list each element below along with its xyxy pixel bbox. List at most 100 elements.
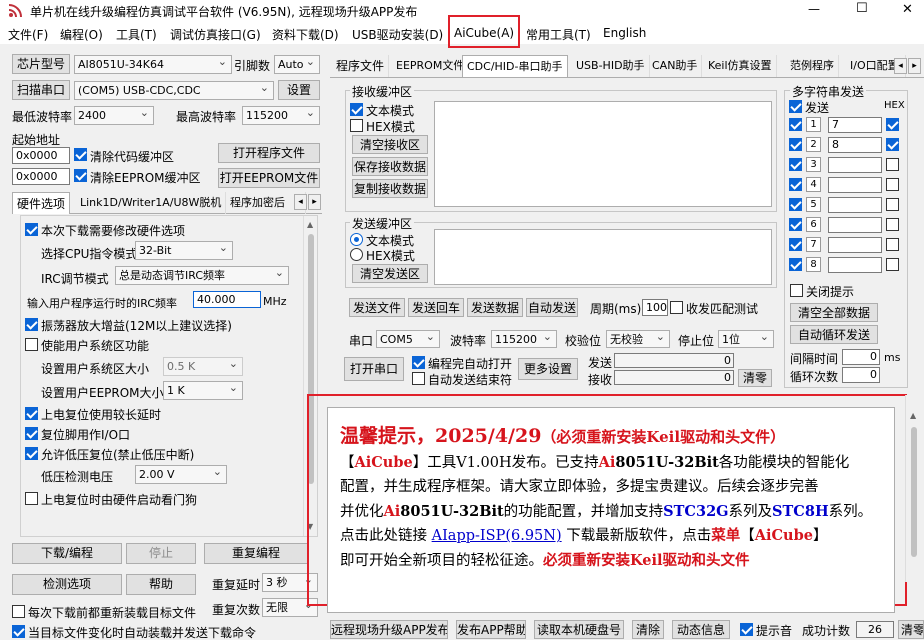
multi-send-all-checkbox[interactable] (789, 100, 802, 113)
clear-eeprom-checkbox[interactable] (74, 169, 87, 182)
stop-button[interactable]: 停止 (126, 543, 196, 564)
lvd-checkbox[interactable] (25, 447, 38, 460)
help-button[interactable]: 帮助 (126, 574, 196, 595)
multi-row-send-button[interactable]: 6 (806, 217, 821, 232)
clear-all-data-button[interactable]: 清空全部数据 (790, 303, 878, 322)
multi-row-hex-checkbox[interactable] (886, 118, 899, 131)
multi-row-send-button[interactable]: 7 (806, 237, 821, 252)
tab-scroll-left-icon[interactable]: ◂ (294, 194, 307, 210)
tab-scroll-right-icon[interactable]: ▸ (308, 194, 321, 210)
multi-row-send-button[interactable]: 4 (806, 177, 821, 192)
multi-row-hex-checkbox[interactable] (886, 138, 899, 151)
serial-port-select[interactable]: COM5 (376, 330, 440, 348)
clear-send-button[interactable]: 清空发送区 (352, 264, 428, 283)
multi-row-send-checkbox[interactable] (789, 118, 802, 131)
open-eeprom-file-button[interactable]: 打开EEPROM文件 (218, 168, 320, 188)
multi-row-send-checkbox[interactable] (789, 258, 802, 271)
sys-area-checkbox[interactable] (25, 338, 38, 351)
baud-select[interactable]: 115200 (491, 330, 557, 348)
send-data-button[interactable]: 发送数据 (467, 298, 523, 317)
port-select[interactable]: (COM5) USB-CDC,CDC (74, 81, 274, 100)
detect-options-button[interactable]: 检测选项 (12, 574, 122, 595)
multi-row-hex-checkbox[interactable] (886, 238, 899, 251)
right-tab-left-icon[interactable]: ◂ (894, 58, 907, 74)
eeprom-size-select[interactable]: 1 K (163, 381, 243, 400)
copy-receive-button[interactable]: 复制接收数据 (352, 179, 428, 198)
right-tab-right-icon[interactable]: ▸ (908, 58, 921, 74)
read-disk-button[interactable]: 读取本机硬盘号 (534, 620, 624, 639)
notice-scrollbar[interactable]: ▲ (905, 395, 921, 582)
reload-each-checkbox[interactable] (12, 605, 25, 618)
code-start-address-input[interactable]: 0x0000 (12, 147, 70, 164)
match-test-checkbox[interactable] (670, 301, 683, 314)
chip-model-select[interactable]: AI8051U-34K64 (74, 55, 232, 74)
menu-common-tools[interactable]: 常用工具(T) (526, 26, 591, 43)
multi-row-input[interactable] (828, 237, 882, 253)
eeprom-start-address-input[interactable]: 0x0000 (12, 168, 70, 185)
tab-usb-hid[interactable]: USB-HID助手 (572, 55, 650, 77)
send-file-button[interactable]: 发送文件 (349, 298, 405, 317)
open-program-file-button[interactable]: 打开程序文件 (218, 143, 320, 163)
open-port-button[interactable]: 打开串口 (344, 357, 404, 381)
send-text-mode-radio[interactable] (350, 233, 363, 246)
pin-count-select[interactable]: Auto (274, 55, 320, 74)
notice-scroll-up-icon[interactable]: ▲ (910, 411, 916, 420)
clear-receive-button[interactable]: 清空接收区 (352, 135, 428, 154)
tab-examples[interactable]: 范例程序 (786, 55, 839, 77)
auto-send-button[interactable]: 自动发送 (526, 298, 578, 317)
close-tip-checkbox[interactable] (790, 284, 803, 297)
send-textarea[interactable] (434, 229, 772, 285)
notice-scroll-thumb[interactable] (911, 427, 917, 557)
long-delay-checkbox[interactable] (25, 407, 38, 420)
multi-row-hex-checkbox[interactable] (886, 258, 899, 271)
multi-row-input[interactable] (828, 157, 882, 173)
maximize-icon[interactable]: ☐ (856, 1, 868, 16)
port-settings-button[interactable]: 设置 (278, 80, 320, 100)
clear-info-button[interactable]: 清除 (632, 620, 664, 639)
osc-gain-checkbox[interactable] (25, 318, 38, 331)
max-baud-select[interactable]: 115200 (242, 106, 320, 125)
repeat-program-button[interactable]: 重复编程 (204, 543, 308, 564)
menu-english[interactable]: English (603, 26, 646, 40)
chip-model-button[interactable]: 芯片型号 (12, 54, 70, 74)
beep-checkbox[interactable] (740, 623, 753, 636)
menu-debug[interactable]: 调试仿真接口(G) (170, 26, 261, 43)
multi-row-input[interactable] (828, 197, 882, 213)
multi-row-input[interactable]: 8 (828, 137, 882, 153)
auto-loop-send-button[interactable]: 自动循环发送 (790, 325, 878, 344)
irc-mode-select[interactable]: 总是动态调节IRC频率 (115, 266, 289, 285)
more-settings-button[interactable]: 更多设置 (518, 358, 578, 380)
multi-row-send-button[interactable]: 8 (806, 257, 821, 272)
remote-upgrade-button[interactable]: 远程现场升级APP发布 (330, 620, 448, 639)
reset-success-count-button[interactable]: 清零 (898, 620, 924, 639)
modify-hw-checkbox[interactable] (25, 223, 38, 236)
multi-row-hex-checkbox[interactable] (886, 218, 899, 231)
auto-send-end-checkbox[interactable] (412, 372, 425, 385)
multi-row-input[interactable] (828, 217, 882, 233)
multi-row-hex-checkbox[interactable] (886, 158, 899, 171)
tab-program-file[interactable]: 程序文件 (332, 55, 390, 77)
multi-row-send-checkbox[interactable] (789, 178, 802, 191)
menu-program[interactable]: 编程(O) (60, 26, 103, 43)
tab-hardware-options[interactable]: 硬件选项 (12, 192, 71, 214)
menu-usb-driver[interactable]: USB驱动安装(D) (352, 26, 443, 43)
send-return-button[interactable]: 发送回车 (408, 298, 464, 317)
receive-textarea[interactable] (434, 101, 772, 207)
auto-open-checkbox[interactable] (412, 356, 425, 369)
tab-serial-assistant[interactable]: CDC/HID-串口助手 (462, 55, 568, 77)
multi-row-send-checkbox[interactable] (789, 198, 802, 211)
multi-row-send-checkbox[interactable] (789, 238, 802, 251)
clear-code-checkbox[interactable] (74, 148, 87, 161)
reset-io-checkbox[interactable] (25, 427, 38, 440)
recv-hex-mode-checkbox[interactable] (350, 119, 363, 132)
scroll-up-icon[interactable]: ▲ (307, 220, 313, 229)
multi-row-send-button[interactable]: 5 (806, 197, 821, 212)
send-hex-mode-radio[interactable] (350, 248, 363, 261)
close-icon[interactable]: ✕ (902, 2, 913, 17)
multi-row-input[interactable] (828, 257, 882, 273)
multi-row-send-button[interactable]: 1 (806, 117, 821, 132)
multi-row-input[interactable] (828, 177, 882, 193)
lvd-voltage-select[interactable]: 2.00 V (135, 465, 227, 484)
multi-row-send-button[interactable]: 3 (806, 157, 821, 172)
tab-keil-settings[interactable]: Keil仿真设置 (704, 55, 777, 77)
